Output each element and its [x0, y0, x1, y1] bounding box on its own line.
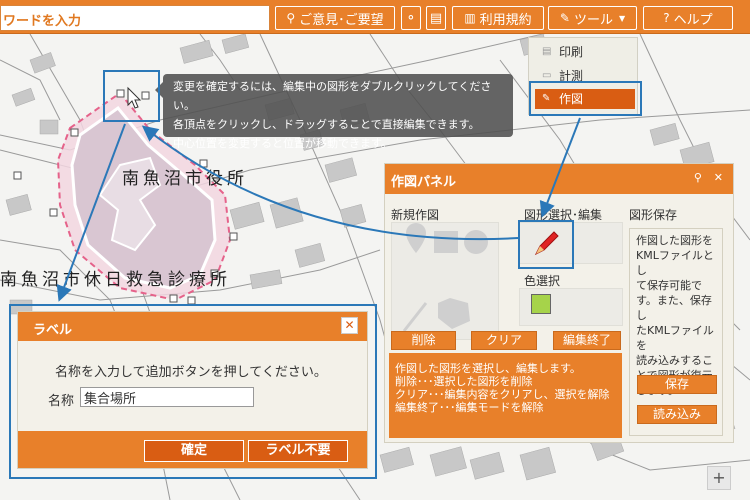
clear-button[interactable]: クリア — [471, 331, 537, 350]
comment-icon: ▤ — [429, 10, 443, 26]
marker-tool-icon[interactable] — [406, 223, 426, 253]
feedback-label: ご意見･ご要望 — [299, 12, 384, 28]
question-icon: ? — [663, 11, 670, 25]
tooltip-line-3: 中心位置を変更すると位置が移動できます。 — [173, 137, 392, 150]
red-pencil-icon[interactable] — [532, 228, 562, 258]
tools-button[interactable]: ✎ ツール ▼ — [548, 6, 637, 30]
draw-panel-header: 作図パネル ⚲ ✕ — [385, 164, 733, 194]
save-desc-line: 作図した図形を — [636, 234, 713, 247]
draw-panel: 作図パネル ⚲ ✕ 新規作図 図形選択･編集 図形保存 色選択 削除 クリア 編… — [384, 163, 734, 443]
feedback-button[interactable]: ⚲ ご意見･ご要望 — [275, 6, 395, 30]
edit-tooltip: 変更を確定するには、編集中の図形をダブルクリックしてください。 各頂点をクリック… — [155, 74, 513, 150]
new-drawing-title: 新規作図 — [391, 208, 440, 222]
highlight-vertex — [103, 70, 160, 122]
tooltip-line-2: 各頂点をクリックし、ドラッグすることで直接編集できます。 — [173, 118, 480, 131]
help-line-3: クリア･･･編集内容をクリアし、選択を解除 — [395, 388, 610, 401]
color-swatch[interactable] — [531, 294, 551, 314]
menu-item-print[interactable]: ▤ 印刷 — [535, 42, 635, 62]
search-icon: ⚲ — [286, 11, 296, 25]
close-icon[interactable]: ✕ — [714, 171, 723, 184]
draw-panel-title: 作図パネル — [391, 175, 457, 190]
help-label: ヘルプ — [673, 12, 713, 28]
help-line-4: 編集終了･･･編集モードを解除 — [395, 401, 544, 414]
save-desc-line: たKMLファイルを — [636, 324, 714, 352]
lightbulb-icon: ⚬ — [405, 10, 417, 26]
help-line-2: 削除･･･選択した図形を削除 — [395, 375, 533, 388]
rectangle-tool-icon[interactable] — [434, 231, 458, 253]
wrench-icon: ✎ — [559, 11, 570, 25]
load-button[interactable]: 読み込み — [637, 405, 717, 424]
help-button[interactable]: ? ヘルプ — [643, 6, 733, 30]
circle-tool-icon[interactable] — [464, 230, 488, 254]
tools-label: ツール — [573, 12, 613, 28]
line-tool-icon[interactable] — [402, 302, 428, 332]
lightbulb-button[interactable]: ⚬ — [401, 6, 421, 30]
search-placeholder: ワードを入力 — [3, 14, 82, 29]
save-section-title: 図形保存 — [629, 208, 678, 222]
terms-label: 利用規約 — [479, 12, 532, 28]
tooltip-line-1: 変更を確定するには、編集中の図形をダブルクリックしてください。 — [173, 80, 492, 112]
caret-down-icon: ▼ — [618, 13, 626, 23]
pin-icon[interactable]: ⚲ — [694, 171, 702, 184]
comment-button[interactable]: ▤ — [426, 6, 446, 30]
highlight-label-dialog — [9, 304, 377, 479]
color-section-title: 色選択 — [524, 274, 561, 288]
save-desc-line: て保存可能で — [636, 279, 702, 292]
finish-edit-button[interactable]: 編集終了 — [553, 331, 621, 350]
new-shape-tools — [391, 222, 499, 340]
help-line-1: 作図した図形を選択し、編集します。 — [395, 362, 581, 375]
map-label-clinic: 南魚沼市休日救急診療所 — [0, 270, 231, 290]
map-label-city-hall: 南魚沼市役所 — [122, 169, 248, 189]
search-input[interactable]: ワードを入力 — [0, 5, 270, 31]
save-desc-line: 読み込みするこ — [636, 354, 713, 367]
top-bar: ワードを入力 ⚲ ご意見･ご要望 ⚬ ▤ ▥ 利用規約 ✎ ツール ▼ ? ヘル… — [0, 0, 750, 34]
edit-help-box: 作図した図形を選択し、編集します。 削除･･･選択した図形を削除 クリア･･･編… — [389, 353, 622, 438]
polygon-tool-icon[interactable] — [438, 298, 470, 329]
zoom-in-button[interactable]: + — [707, 466, 731, 490]
save-button[interactable]: 保存 — [637, 375, 717, 394]
save-desc-line: す。また、保存し — [636, 294, 712, 322]
print-icon: ▤ — [542, 46, 552, 57]
highlight-draw-menu — [529, 81, 642, 116]
book-icon: ▥ — [464, 11, 476, 25]
terms-button[interactable]: ▥ 利用規約 — [452, 6, 544, 30]
save-desc-line: KMLファイルとし — [636, 249, 714, 277]
menu-item-print-label: 印刷 — [559, 45, 584, 59]
shape-tool-icons — [402, 223, 488, 332]
delete-button[interactable]: 削除 — [391, 331, 456, 350]
